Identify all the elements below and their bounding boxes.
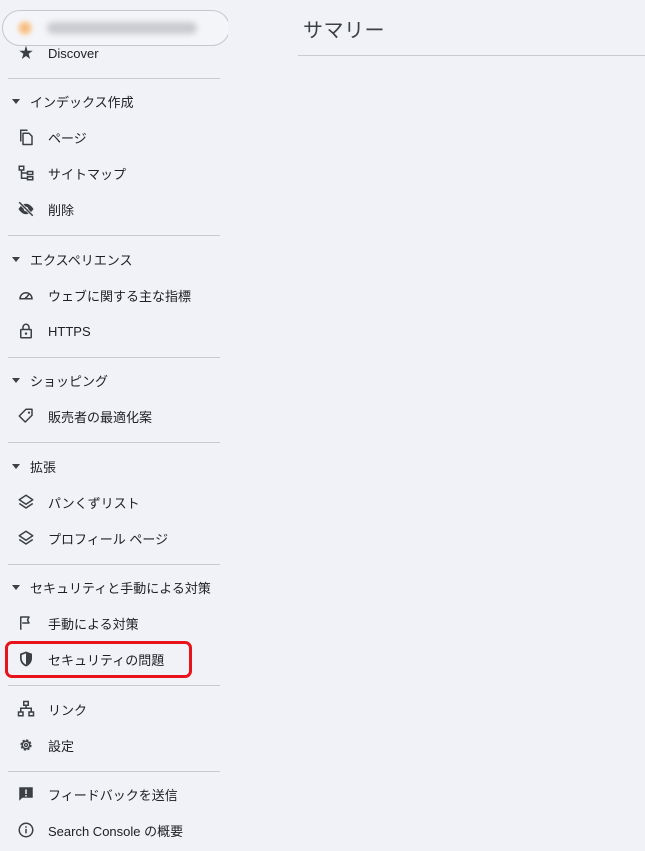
gear-icon xyxy=(16,735,36,755)
sidebar-item-label: 手動による対策 xyxy=(48,616,139,632)
divider xyxy=(8,442,220,443)
sidebar-item-core-web-vitals[interactable]: ウェブに関する主な指標 xyxy=(8,277,220,313)
shield-icon xyxy=(16,649,36,669)
divider xyxy=(8,78,220,79)
section-title: エクスペリエンス xyxy=(30,252,133,268)
divider xyxy=(8,235,220,236)
sidebar-item-label: サイトマップ xyxy=(48,166,127,182)
sidebar: Discover インデックス作成 ページ サイトマップ 削除 エクスペリエンス… xyxy=(0,0,228,851)
layers-icon xyxy=(16,528,36,548)
section-title: ショッピング xyxy=(30,373,109,389)
sidebar-item-label: パンくずリスト xyxy=(48,495,140,511)
title-divider xyxy=(298,55,645,56)
sidebar-item-profile-page[interactable]: プロフィール ページ xyxy=(8,520,220,556)
sidebar-item-label: プロフィール ページ xyxy=(48,531,169,547)
sidebar-item-label: ウェブに関する主な指標 xyxy=(48,288,192,304)
section-title: セキュリティと手動による対策 xyxy=(30,580,211,596)
page-title: サマリー xyxy=(303,20,385,42)
sidebar-item-breadcrumbs[interactable]: パンくずリスト xyxy=(8,484,220,520)
sidebar-item-about[interactable]: Search Console の概要 xyxy=(8,812,220,848)
main-content: サマリー xyxy=(298,0,645,851)
caret-down-icon xyxy=(12,377,20,383)
flag-icon xyxy=(16,613,36,633)
sidebar-item-merchant-opportunities[interactable]: 販売者の最適化案 xyxy=(8,398,220,434)
divider xyxy=(8,685,220,686)
caret-down-icon xyxy=(12,256,20,262)
network-icon xyxy=(16,699,36,719)
sidebar-item-label: リンク xyxy=(48,702,88,718)
discover-icon xyxy=(16,43,36,63)
section-security-toggle[interactable]: セキュリティと手動による対策 xyxy=(8,572,220,602)
caret-down-icon xyxy=(12,463,20,469)
sidebar-item-label: 販売者の最適化案 xyxy=(48,409,153,425)
sidebar-item-feedback[interactable]: フィードバックを送信 xyxy=(8,776,220,812)
divider xyxy=(8,564,220,565)
sidebar-item-label: 削除 xyxy=(48,202,75,218)
sidebar-item-label: セキュリティの問題 xyxy=(48,652,165,668)
divider xyxy=(8,357,220,358)
sidebar-item-label: 設定 xyxy=(48,738,75,754)
site-favicon-icon xyxy=(17,20,33,36)
sidebar-item-label: Discover xyxy=(48,45,99,61)
sidebar-item-label: ページ xyxy=(48,130,87,146)
sidebar-item-pages[interactable]: ページ xyxy=(8,119,220,155)
caret-down-icon xyxy=(12,584,20,590)
sidebar-item-security-issues[interactable]: セキュリティの問題 xyxy=(8,641,220,677)
lock-icon xyxy=(16,321,36,341)
divider xyxy=(8,771,220,772)
tag-icon xyxy=(16,406,36,426)
section-indexing-toggle[interactable]: インデックス作成 xyxy=(8,86,220,116)
speedometer-icon xyxy=(16,285,36,305)
layers-icon xyxy=(16,492,36,512)
section-experience-toggle[interactable]: エクスペリエンス xyxy=(8,244,220,274)
sidebar-item-https[interactable]: HTTPS xyxy=(8,313,220,349)
sidebar-item-label: フィードバックを送信 xyxy=(48,787,178,803)
feedback-icon xyxy=(16,784,36,804)
eye-off-icon xyxy=(16,199,36,219)
property-selector[interactable] xyxy=(2,10,228,46)
section-title: 拡張 xyxy=(30,459,57,475)
section-shopping-toggle[interactable]: ショッピング xyxy=(8,365,220,395)
sidebar-item-sitemaps[interactable]: サイトマップ xyxy=(8,155,220,191)
section-title: インデックス作成 xyxy=(30,94,134,110)
sidebar-item-label: Search Console の概要 xyxy=(48,823,184,839)
property-name-redacted xyxy=(47,22,197,34)
pages-icon xyxy=(16,127,36,147)
sidebar-item-settings[interactable]: 設定 xyxy=(8,727,220,763)
sitemap-icon xyxy=(16,163,36,183)
sidebar-item-manual-actions[interactable]: 手動による対策 xyxy=(8,605,220,641)
sidebar-item-links[interactable]: リンク xyxy=(8,691,220,727)
info-icon xyxy=(16,820,36,840)
sidebar-item-label: HTTPS xyxy=(48,323,91,339)
section-enhancements-toggle[interactable]: 拡張 xyxy=(8,451,220,481)
sidebar-item-removals[interactable]: 削除 xyxy=(8,191,220,227)
caret-down-icon xyxy=(12,98,20,104)
